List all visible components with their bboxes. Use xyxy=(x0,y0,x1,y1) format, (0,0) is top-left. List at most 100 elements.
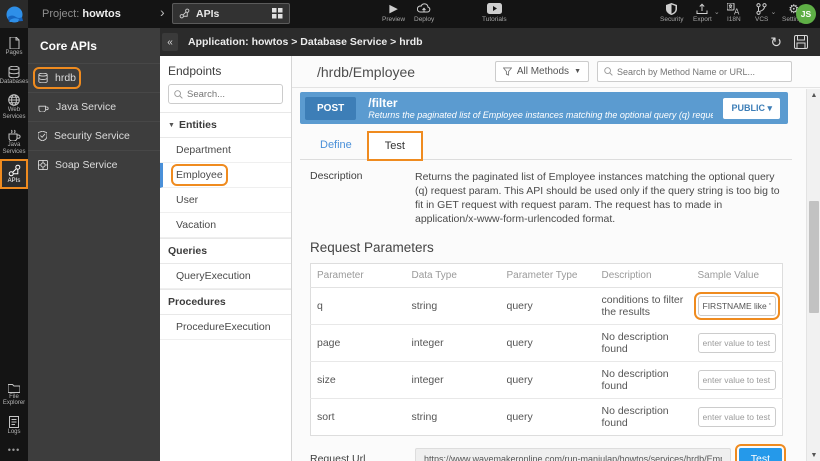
top-bar: Project: howtos › APIs ▶ Preview Deploy … xyxy=(0,0,820,28)
page-icon xyxy=(9,37,20,49)
description-label: Description xyxy=(310,170,415,226)
description-text: Returns the paginated list of Employee i… xyxy=(415,170,788,226)
sidebar-title: Core APIs xyxy=(28,28,160,63)
rail-item-apis[interactable]: APIs xyxy=(0,159,28,189)
table-row-page: page integer query No description found xyxy=(311,325,783,362)
export-button[interactable]: Export ⌄ xyxy=(693,2,712,23)
method-search[interactable] xyxy=(597,61,792,82)
application-bar: « Application: howtos > Database Service… xyxy=(160,28,820,56)
rail-item-databases[interactable]: Databases xyxy=(0,61,28,90)
request-url-label: Request Url xyxy=(310,453,407,461)
col-sample-value: Sample Value xyxy=(692,264,783,288)
coffee-icon xyxy=(38,102,49,112)
apis-icon xyxy=(8,164,21,177)
page-title: /hrdb/Employee xyxy=(317,64,495,80)
request-parameters-title: Request Parameters xyxy=(300,232,792,261)
scroll-up-arrow[interactable]: ▲ xyxy=(807,89,820,101)
sample-value-input-size[interactable] xyxy=(698,370,776,390)
endpoints-search-input[interactable] xyxy=(187,89,267,100)
endpoints-search[interactable] xyxy=(168,84,283,104)
triangle-down-icon: ▼ xyxy=(168,122,175,129)
rail-item-file-explorer[interactable]: File Explorer xyxy=(0,378,28,411)
wavemaker-logo-icon xyxy=(6,6,23,23)
security-button[interactable]: Security xyxy=(660,2,683,23)
main-scroll-content: POST /filter Returns the paginated list … xyxy=(292,89,800,461)
more-icon[interactable]: ••• xyxy=(8,439,20,461)
sidebar-item-label: Java Service xyxy=(56,101,116,113)
log-file-icon xyxy=(9,416,19,428)
scrollbar-thumb[interactable] xyxy=(809,201,819,313)
vcs-button[interactable]: VCS ⌄ xyxy=(755,2,768,23)
shield-icon xyxy=(38,131,47,141)
workspace-tab-apis[interactable]: APIs xyxy=(172,3,290,24)
table-row-size: size integer query No description found xyxy=(311,362,783,399)
coffee-icon xyxy=(8,129,21,141)
save-icon[interactable] xyxy=(794,35,808,49)
user-avatar[interactable]: JS xyxy=(796,4,816,24)
soap-icon xyxy=(38,160,48,170)
i18n-button[interactable]: A I18N xyxy=(727,2,741,23)
sidebar-item-soap-service[interactable]: Soap Service xyxy=(28,150,160,179)
sample-value-input-q[interactable] xyxy=(698,296,776,316)
chevron-right-icon: › xyxy=(160,4,165,20)
sidebar-item-security-service[interactable]: Security Service xyxy=(28,121,160,150)
table-row-q: q string query conditions to filter the … xyxy=(311,288,783,325)
scroll-down-arrow[interactable]: ▼ xyxy=(807,449,820,461)
core-apis-sidebar: Core APIs hrdb Java Service Security Ser… xyxy=(28,28,160,461)
project-label: Project: howtos xyxy=(42,8,121,20)
triangle-down-icon: ▼ xyxy=(574,68,581,75)
folder-icon xyxy=(8,383,20,393)
rail-item-logs[interactable]: Logs xyxy=(0,411,28,440)
tab-define[interactable]: Define xyxy=(304,132,368,159)
rail-item-web-services[interactable]: Web Services xyxy=(0,89,28,124)
table-row-sort: sort string query No description found xyxy=(311,399,783,436)
wavemaker-logo[interactable] xyxy=(0,0,28,28)
hrdb-annotation-box: hrdb xyxy=(38,72,76,84)
chevron-down-icon: ⌄ xyxy=(771,8,777,16)
globe-icon xyxy=(8,94,20,106)
group-procedures[interactable]: Procedures xyxy=(160,289,291,315)
play-icon: ▶ xyxy=(389,2,397,15)
chevron-down-icon: ⌄ xyxy=(714,8,720,16)
sample-value-input-page[interactable] xyxy=(698,333,776,353)
request-url-input[interactable] xyxy=(415,448,731,461)
left-rail: Pages Databases Web Services Java Servic… xyxy=(0,28,28,461)
sidebar-item-hrdb[interactable]: hrdb xyxy=(28,63,160,92)
method-search-input[interactable] xyxy=(617,67,785,77)
main-scrollbar[interactable]: ▲ ▼ xyxy=(806,89,820,461)
endpoint-item-user[interactable]: User xyxy=(160,188,291,213)
col-data-type: Data Type xyxy=(406,264,501,288)
refresh-icon[interactable]: ↻ xyxy=(770,34,782,51)
database-icon xyxy=(8,66,20,78)
group-entities[interactable]: ▼ Entities xyxy=(160,112,291,138)
deploy-button[interactable]: Deploy xyxy=(414,2,434,23)
branch-icon xyxy=(756,2,767,15)
filter-icon xyxy=(503,67,512,76)
sample-value-input-sort[interactable] xyxy=(698,407,776,427)
endpoint-item-vacation[interactable]: Vacation xyxy=(160,213,291,238)
rail-item-java-services[interactable]: Java Services xyxy=(0,124,28,159)
rail-item-pages[interactable]: Pages xyxy=(0,32,28,61)
operation-path: /filter xyxy=(368,96,713,110)
operation-row-post-filter[interactable]: POST /filter Returns the paginated list … xyxy=(300,92,788,124)
employee-annotation-box: Employee xyxy=(176,169,223,181)
grid-icon[interactable] xyxy=(272,8,283,19)
tutorials-button[interactable]: Tutorials xyxy=(482,2,507,23)
sidebar-item-java-service[interactable]: Java Service xyxy=(28,92,160,121)
test-button[interactable]: Test xyxy=(739,448,782,461)
methods-filter-button[interactable]: All Methods ▼ xyxy=(495,61,589,82)
endpoint-item-employee[interactable]: Employee xyxy=(160,163,291,188)
endpoint-item-department[interactable]: Department xyxy=(160,138,291,163)
search-icon xyxy=(174,90,183,99)
collapse-sidebar-button[interactable]: « xyxy=(162,33,178,51)
workspace-tab-label: APIs xyxy=(196,8,266,20)
tab-test[interactable]: Test xyxy=(368,132,422,160)
group-queries[interactable]: Queries xyxy=(160,238,291,264)
translate-icon: A xyxy=(727,2,740,15)
page-header: /hrdb/Employee All Methods ▼ xyxy=(292,56,820,88)
endpoint-item-queryexecution[interactable]: QueryExecution xyxy=(160,264,291,289)
endpoint-item-procedureexecution[interactable]: ProcedureExecution xyxy=(160,315,291,340)
visibility-button[interactable]: PUBLIC ▾ xyxy=(723,98,780,119)
export-icon xyxy=(696,2,708,15)
preview-button[interactable]: ▶ Preview xyxy=(382,2,405,23)
